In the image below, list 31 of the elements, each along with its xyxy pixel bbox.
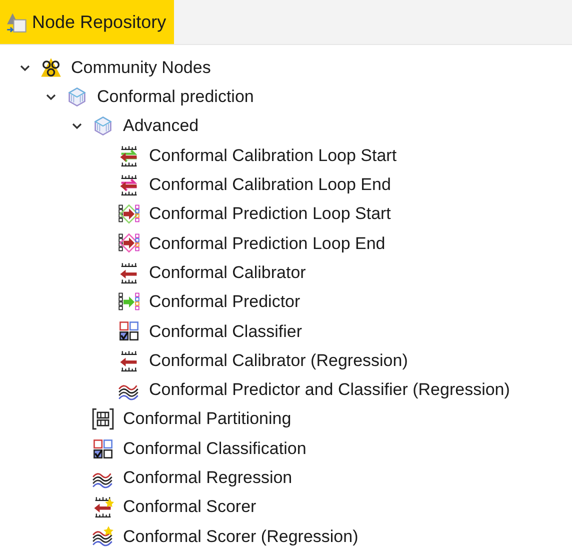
loop-arrow-icon [118, 144, 140, 167]
tree-item[interactable]: Conformal Classification [123, 436, 306, 462]
panel-tab[interactable]: Node Repository [0, 0, 174, 44]
tree-item[interactable]: Conformal Classifier [149, 318, 302, 344]
tree-item[interactable]: Conformal Predictor and Classifier (Regression) [149, 377, 510, 403]
tree-item[interactable]: Community Nodes [71, 54, 211, 80]
tree-item[interactable]: Conformal prediction [97, 84, 254, 110]
checkbox-grid-icon [118, 320, 140, 342]
tree-item[interactable]: Conformal Calibrator [149, 260, 306, 286]
tree-item[interactable]: Conformal Prediction Loop Start [149, 201, 391, 227]
tree-item[interactable]: Conformal Scorer [123, 494, 256, 520]
predict-loop-icon [118, 203, 140, 226]
cube-icon [92, 115, 114, 138]
tree-item[interactable]: Conformal Calibration Loop End [149, 172, 391, 198]
checkbox-grid-icon [92, 438, 114, 460]
tree-item[interactable]: Conformal Scorer (Regression) [123, 524, 358, 547]
tree-item[interactable]: Conformal Calibration Loop Start [149, 142, 397, 168]
loop-arrow-icon [118, 174, 140, 196]
cube-icon [66, 86, 88, 108]
scorer-arrow-icon [92, 496, 114, 518]
tree-item[interactable]: Conformal Predictor [149, 289, 300, 315]
tree-item[interactable]: Conformal Prediction Loop End [149, 230, 386, 256]
table-bracket-icon [92, 408, 114, 430]
predict-loop-icon [118, 232, 140, 254]
tree-item[interactable]: Conformal Partitioning [123, 406, 292, 432]
tree-item[interactable]: Conformal Regression [123, 465, 292, 491]
tree-item[interactable]: Conformal Calibrator (Regression) [149, 348, 408, 374]
nodes-icon [40, 56, 62, 79]
scorer-wave-icon [92, 525, 114, 547]
tree-item[interactable]: Advanced [123, 113, 199, 139]
shapes-icon [6, 11, 28, 33]
